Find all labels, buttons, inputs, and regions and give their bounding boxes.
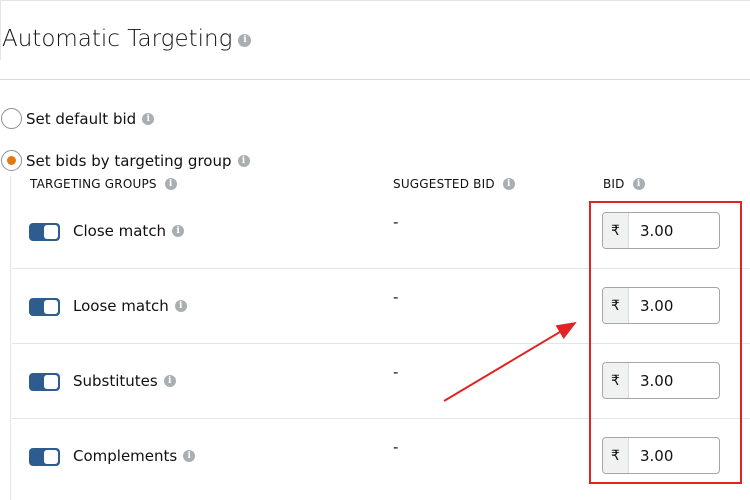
arrow-line xyxy=(443,321,577,402)
annotation-arrow xyxy=(443,321,577,402)
